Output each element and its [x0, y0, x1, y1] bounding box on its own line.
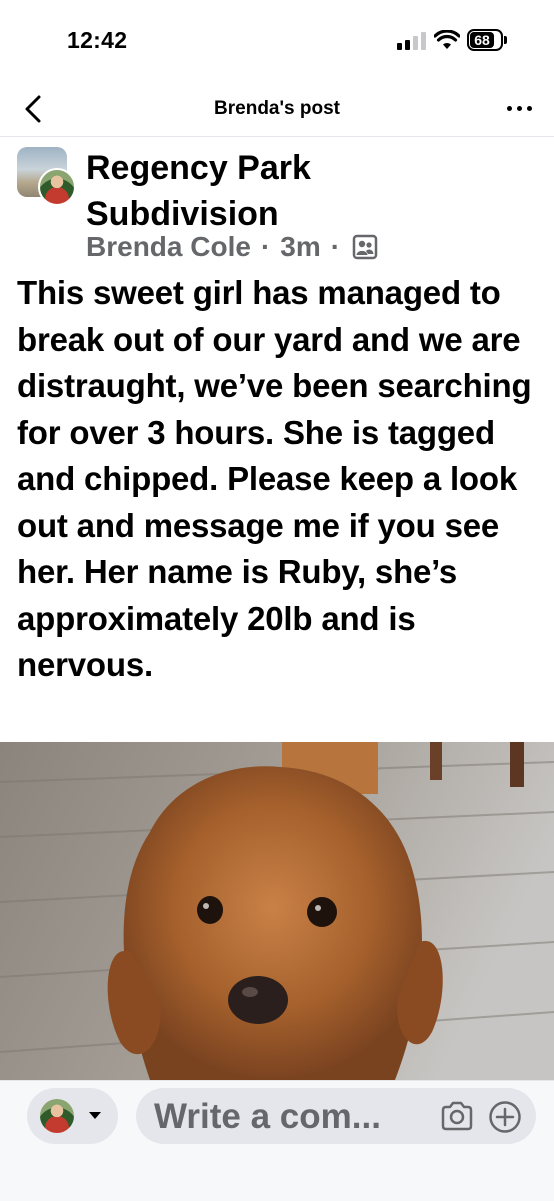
cellular-signal-icon	[397, 32, 427, 50]
status-bar: 12:42 68	[0, 0, 554, 84]
post-photo[interactable]	[0, 742, 554, 1080]
comment-input[interactable]: Write a com...	[136, 1088, 536, 1144]
post-time[interactable]: 3m	[280, 231, 320, 263]
avatar	[40, 1099, 74, 1133]
camera-icon[interactable]	[440, 1101, 474, 1131]
author-avatar[interactable]	[38, 168, 76, 206]
battery-tip	[504, 36, 507, 44]
more-horizontal-icon[interactable]	[505, 104, 535, 114]
members-icon	[352, 234, 378, 260]
comment-bar: Write a com...	[0, 1080, 554, 1201]
wifi-icon	[434, 30, 460, 49]
meta-separator: ·	[330, 231, 341, 262]
battery-icon: 68	[467, 29, 503, 51]
page-title: Brenda's post	[214, 98, 340, 119]
comment-placeholder: Write a com...	[154, 1097, 381, 1136]
post-meta: Brenda Cole · 3m ·	[86, 230, 378, 264]
plus-circle-icon[interactable]	[488, 1100, 522, 1134]
status-time: 12:42	[67, 27, 128, 53]
nav-header: Brenda's post	[0, 84, 554, 137]
battery-level: 68	[470, 32, 494, 48]
meta-separator: ·	[260, 231, 271, 262]
dog-photo-illustration	[0, 742, 554, 1080]
caret-down-icon	[89, 1112, 101, 1119]
author-name[interactable]: Brenda Cole	[86, 231, 251, 263]
profile-switcher-button[interactable]	[27, 1088, 118, 1144]
group-name[interactable]: Regency Park Subdivision	[86, 145, 416, 237]
post-text: This sweet girl has managed to break out…	[17, 274, 532, 683]
